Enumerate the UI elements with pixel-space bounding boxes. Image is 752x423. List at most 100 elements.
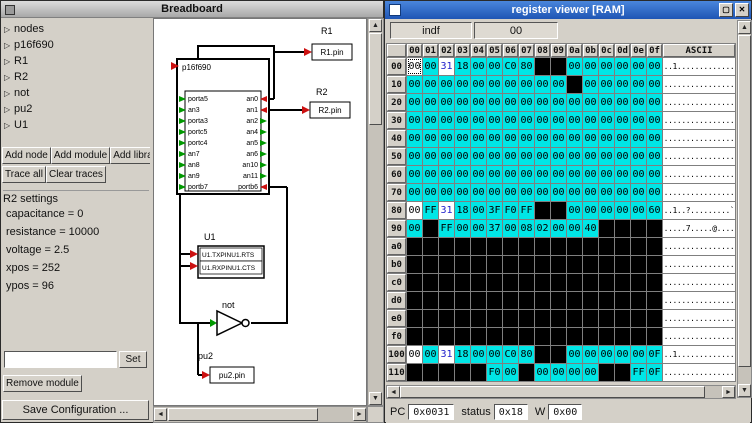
ram-cell[interactable] <box>423 220 438 237</box>
ram-cell[interactable]: 00 <box>599 130 614 147</box>
ram-cell[interactable]: 00 <box>503 184 518 201</box>
ram-cell[interactable]: 00 <box>455 130 470 147</box>
ram-cell[interactable] <box>439 274 454 291</box>
ram-cell[interactable] <box>487 328 502 345</box>
ram-cell[interactable] <box>439 310 454 327</box>
ram-cell[interactable]: 00 <box>647 94 662 111</box>
ram-cell[interactable]: 00 <box>407 148 422 165</box>
add-library-button[interactable]: Add library <box>110 147 150 164</box>
ram-cell[interactable] <box>471 328 486 345</box>
ram-cell[interactable]: 00 <box>631 202 646 219</box>
ram-cell[interactable]: 00 <box>647 166 662 183</box>
ram-cell[interactable] <box>647 328 662 345</box>
ram-cell[interactable]: 00 <box>407 346 422 363</box>
ram-cell[interactable] <box>551 292 566 309</box>
ram-cell[interactable] <box>439 328 454 345</box>
ram-cell[interactable]: C0 <box>503 346 518 363</box>
ram-cell[interactable]: 00 <box>615 76 630 93</box>
register-viewer-titlebar[interactable]: register viewer [RAM] ▢ ✕ <box>385 1 751 19</box>
ram-cell[interactable]: 00 <box>615 202 630 219</box>
ram-cell[interactable]: 00 <box>583 112 598 129</box>
scroll-thumb[interactable] <box>400 386 705 398</box>
ram-cell[interactable] <box>647 292 662 309</box>
ram-cell[interactable]: 00 <box>407 184 422 201</box>
ram-cell[interactable]: 31 <box>439 346 454 363</box>
ram-cell[interactable]: 00 <box>407 130 422 147</box>
ram-cell[interactable]: 00 <box>583 184 598 201</box>
ram-cell[interactable] <box>567 76 582 93</box>
expander-icon[interactable]: ▷ <box>4 41 14 50</box>
ram-cell[interactable]: 18 <box>455 202 470 219</box>
scroll-thumb[interactable] <box>369 33 382 125</box>
ram-cell[interactable]: 00 <box>487 148 502 165</box>
ram-cell[interactable]: 80 <box>519 58 534 75</box>
ram-cell[interactable] <box>455 292 470 309</box>
expander-icon[interactable]: ▷ <box>4 89 14 98</box>
ram-cell[interactable]: 00 <box>487 166 502 183</box>
module-r1[interactable]: R1 R1.pin <box>304 26 352 60</box>
ram-cell[interactable]: 00 <box>423 76 438 93</box>
maximize-button[interactable]: ▢ <box>719 3 733 17</box>
breadboard-hscrollbar[interactable]: ◄ ► <box>153 406 367 423</box>
ram-cell[interactable]: 00 <box>583 130 598 147</box>
ram-cell[interactable]: 00 <box>487 94 502 111</box>
ram-cell[interactable] <box>615 328 630 345</box>
ram-cell[interactable]: 00 <box>503 220 518 237</box>
ram-hscrollbar[interactable]: ◄ ► <box>386 385 736 399</box>
ram-cell[interactable] <box>631 328 646 345</box>
ram-cell[interactable]: 00 <box>487 76 502 93</box>
ram-cell[interactable]: F0 <box>503 202 518 219</box>
ram-cell[interactable]: 00 <box>535 184 550 201</box>
ram-cell[interactable] <box>487 256 502 273</box>
ram-cell[interactable] <box>615 238 630 255</box>
ram-cell[interactable]: 00 <box>535 94 550 111</box>
ram-cell[interactable] <box>583 274 598 291</box>
ram-cell[interactable] <box>423 328 438 345</box>
ram-cell[interactable]: 00 <box>583 94 598 111</box>
add-module-button[interactable]: Add module <box>51 147 110 164</box>
ram-cell[interactable] <box>535 58 550 75</box>
ram-cell[interactable]: 00 <box>567 184 582 201</box>
ram-cell[interactable] <box>407 292 422 309</box>
ram-cell[interactable] <box>599 310 614 327</box>
ram-cell[interactable]: 00 <box>599 76 614 93</box>
ram-cell[interactable] <box>615 364 630 381</box>
trace-all-button[interactable]: Trace all <box>2 166 46 183</box>
ram-cell[interactable] <box>583 256 598 273</box>
ram-cell[interactable] <box>503 238 518 255</box>
ram-cell[interactable] <box>503 328 518 345</box>
ram-cell[interactable]: 00 <box>423 346 438 363</box>
ram-cell[interactable]: 00 <box>647 148 662 165</box>
ram-cell[interactable]: 00 <box>567 112 582 129</box>
scroll-left-button[interactable]: ◄ <box>387 386 400 398</box>
expander-icon[interactable]: ▷ <box>4 57 14 66</box>
ram-cell[interactable] <box>615 274 630 291</box>
ram-cell[interactable] <box>519 310 534 327</box>
ram-cell[interactable]: 00 <box>615 94 630 111</box>
ram-cell[interactable]: 00 <box>615 184 630 201</box>
ram-cell[interactable]: 00 <box>551 94 566 111</box>
ram-cell[interactable] <box>631 220 646 237</box>
scroll-down-button[interactable]: ▼ <box>738 384 751 397</box>
ram-cell[interactable]: 00 <box>615 346 630 363</box>
ram-cell[interactable]: 00 <box>631 58 646 75</box>
ram-cell[interactable]: 02 <box>535 220 550 237</box>
ram-cell[interactable] <box>519 238 534 255</box>
ram-cell[interactable]: 00 <box>599 94 614 111</box>
ram-cell[interactable]: 00 <box>567 346 582 363</box>
ram-cell[interactable] <box>615 220 630 237</box>
breadboard-canvas[interactable]: p16f690 porta5an3porta3portc5portc4an7an… <box>153 18 367 406</box>
tree-item-U1[interactable]: ▷U1 <box>4 117 149 133</box>
ram-cell[interactable]: 00 <box>599 166 614 183</box>
ram-cell[interactable] <box>535 202 550 219</box>
ram-cell[interactable]: 00 <box>455 220 470 237</box>
ram-cell[interactable]: 00 <box>599 148 614 165</box>
ram-cell[interactable]: 00 <box>583 346 598 363</box>
ram-cell[interactable] <box>455 256 470 273</box>
ram-cell[interactable]: 00 <box>535 364 550 381</box>
ram-cell[interactable]: 00 <box>407 220 422 237</box>
ram-cell[interactable]: 00 <box>567 58 582 75</box>
ram-cell[interactable]: 00 <box>647 184 662 201</box>
ram-cell[interactable] <box>567 328 582 345</box>
ram-cell[interactable]: 00 <box>583 166 598 183</box>
